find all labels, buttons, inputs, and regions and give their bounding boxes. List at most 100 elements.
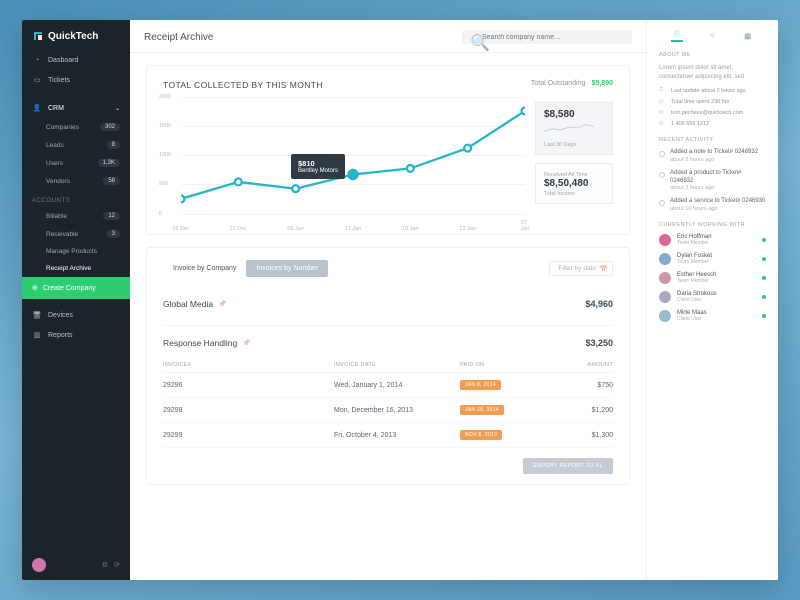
status-dot-icon [762, 238, 766, 242]
paid-badge: JAN 8, 2014 [460, 380, 501, 390]
create-company-button[interactable]: ⊕ Create Company [22, 277, 130, 299]
main-panel: Receipt Archive 🔍 TOTAL COLLECTED BY THI… [130, 20, 646, 580]
status-dot-icon [762, 257, 766, 261]
y-axis-label: 1000 [159, 152, 171, 158]
sidebar-item-vendors[interactable]: Vendors58 [22, 172, 130, 190]
team-member[interactable]: Dylan FosketTeam Member [659, 253, 766, 265]
tab-invoice-by-company[interactable]: Invoice by Company [163, 260, 246, 277]
activity-item[interactable]: Added a note to Ticket# 0246932about 2 h… [659, 149, 766, 163]
mail-icon: ✉ [659, 110, 666, 116]
sidebar-item-billable[interactable]: Billable12 [22, 207, 130, 225]
clock-icon: ⏱ [659, 87, 666, 94]
face-tab-icon[interactable]: ☺ [706, 30, 718, 42]
sidebar-item-leads[interactable]: Leads8 [22, 136, 130, 154]
search-input[interactable] [482, 34, 624, 41]
date-filter[interactable]: Filter by date 📅 [549, 261, 613, 276]
about-heading: ABOUT ME [659, 52, 766, 58]
avatar [659, 310, 671, 322]
sidebar-item-devices[interactable]: 🖥 Devices [22, 305, 130, 325]
pin-icon: 📌 [242, 339, 251, 347]
activity-item[interactable]: Added a service to Ticket# 0246930about … [659, 198, 766, 212]
pin-icon: 📌 [218, 300, 227, 308]
detail-tabs: ⓘ ☺ 🏢 [659, 30, 766, 42]
stat-all-time[interactable]: Received All Time $8,50,480 Total Income [535, 163, 613, 204]
company-row[interactable]: Global Media📌$4,960 [163, 287, 613, 315]
chart-title: TOTAL COLLECTED BY THIS MONTH [163, 80, 323, 90]
avatar [659, 272, 671, 284]
table-row[interactable]: 29298Mon, December 16, 2013JAN 18, 2014$… [163, 398, 613, 423]
paid-badge: JAN 18, 2014 [460, 405, 504, 415]
data-point[interactable] [464, 145, 471, 152]
page-title: Receipt Archive [144, 32, 213, 43]
refresh-icon[interactable]: ⟳ [114, 561, 120, 569]
content-scroll[interactable]: TOTAL COLLECTED BY THIS MONTH Total Outs… [130, 53, 646, 580]
info-tab-icon[interactable]: ⓘ [671, 30, 683, 42]
avatar [659, 291, 671, 303]
sidebar-item-dashboard[interactable]: ◔ Dasboard [22, 50, 130, 70]
sidebar-item-manage-products[interactable]: Manage Products [22, 243, 130, 260]
stat-last-30-days[interactable]: $8,580 Last 30 Days [535, 102, 613, 155]
team-member[interactable]: Mirte MaasClient User [659, 310, 766, 322]
paid-badge: NOV 8, 2013 [460, 430, 502, 440]
tab-invoices-by-number[interactable]: Invoices by Number [246, 260, 328, 277]
total-outstanding: Total Outstanding · $5,890 [531, 80, 613, 87]
main-header: Receipt Archive 🔍 [130, 20, 646, 53]
invoice-card: Invoice by Company Invoices by Number Fi… [146, 247, 630, 485]
chart-svg [181, 94, 525, 229]
about-text: Lorem ipsum dolor sit amet, consectetuer… [659, 64, 766, 82]
settings-icon[interactable]: ⚙ [102, 561, 108, 569]
data-point[interactable] [181, 195, 184, 202]
sidebar-item-label: Tickets [48, 77, 120, 84]
chart-card: TOTAL COLLECTED BY THIS MONTH Total Outs… [146, 65, 630, 235]
building-tab-icon[interactable]: 🏢 [742, 30, 754, 42]
table-row[interactable]: 29299Fri, October 4, 2013NOV 8, 2013$1,3… [163, 423, 613, 448]
meta-phone[interactable]: ✆1 406 555 1212 [659, 121, 766, 127]
team-member[interactable]: Eric HoffmanTeam Member [659, 234, 766, 246]
status-dot-icon [762, 276, 766, 280]
search-field[interactable]: 🔍 [462, 30, 632, 44]
plus-circle-icon: ⊕ [32, 284, 38, 292]
avatar [659, 234, 671, 246]
recent-heading: RECENT ACTIVITY [659, 137, 766, 143]
count-badge: 1,3K [98, 159, 120, 167]
search-icon: 🔍 [470, 33, 478, 41]
brand-logo: QuickTech [22, 20, 130, 50]
team-member[interactable]: Esther HeeschTeam Member [659, 272, 766, 284]
data-point[interactable] [292, 185, 299, 192]
brand-icon [32, 30, 44, 42]
company-row[interactable]: Response Handling📌$3,250 [163, 325, 613, 354]
sparkline-icon [544, 123, 594, 133]
sidebar-item-receipt-archive[interactable]: Receipt Archive [22, 260, 130, 277]
chevron-down-icon: ⌄ [115, 105, 120, 112]
meta-updated: ⏱Last update about 2 hours ago [659, 87, 766, 94]
meta-email[interactable]: ✉tom.pecheux@quicktech.com [659, 110, 766, 116]
timer-icon: ◴ [659, 99, 666, 105]
sidebar-item-companies[interactable]: Companies302 [22, 118, 130, 136]
activity-item[interactable]: Added a product to Ticket# 0246932about … [659, 170, 766, 192]
data-point[interactable] [235, 179, 242, 186]
status-dot-icon [762, 314, 766, 318]
table-row[interactable]: 29296Wed, January 1, 2014JAN 8, 2014$750 [163, 373, 613, 398]
detail-panel: ⓘ ☺ 🏢 ABOUT ME Lorem ipsum dolor sit ame… [646, 20, 778, 580]
sidebar-item-tickets[interactable]: ▭ Tickets [22, 70, 130, 90]
data-point[interactable] [348, 170, 357, 179]
person-icon: 👤 [32, 103, 42, 113]
export-button[interactable]: EXPORT REPORT TO XL [523, 458, 613, 474]
bullet-icon [659, 200, 665, 206]
sidebar-item-users[interactable]: Users1,3K [22, 154, 130, 172]
sidebar-item-crm[interactable]: 👤 CRM ⌄ [22, 98, 130, 118]
chart-stat-boxes: $8,580 Last 30 Days Received All Time $8… [535, 102, 613, 204]
data-point[interactable] [522, 107, 525, 114]
user-avatar[interactable] [32, 558, 46, 572]
phone-icon: ✆ [659, 121, 666, 127]
sidebar-item-receivable[interactable]: Receivable3 [22, 225, 130, 243]
sidebar-item-reports[interactable]: ▥ Reports [22, 325, 130, 345]
data-point[interactable] [407, 165, 414, 172]
team-member[interactable]: Daria StrokousClient User [659, 291, 766, 303]
bullet-icon [659, 151, 665, 157]
line-chart[interactable]: 050010001500200026 Dec31 Dec06 Jan11 Jan… [163, 94, 525, 224]
invoice-tabs: Invoice by Company Invoices by Number Fi… [163, 260, 613, 277]
avatar [659, 253, 671, 265]
y-axis-label: 2000 [159, 94, 171, 100]
team-heading: CURRENTLY WORKING WITH [659, 222, 766, 228]
